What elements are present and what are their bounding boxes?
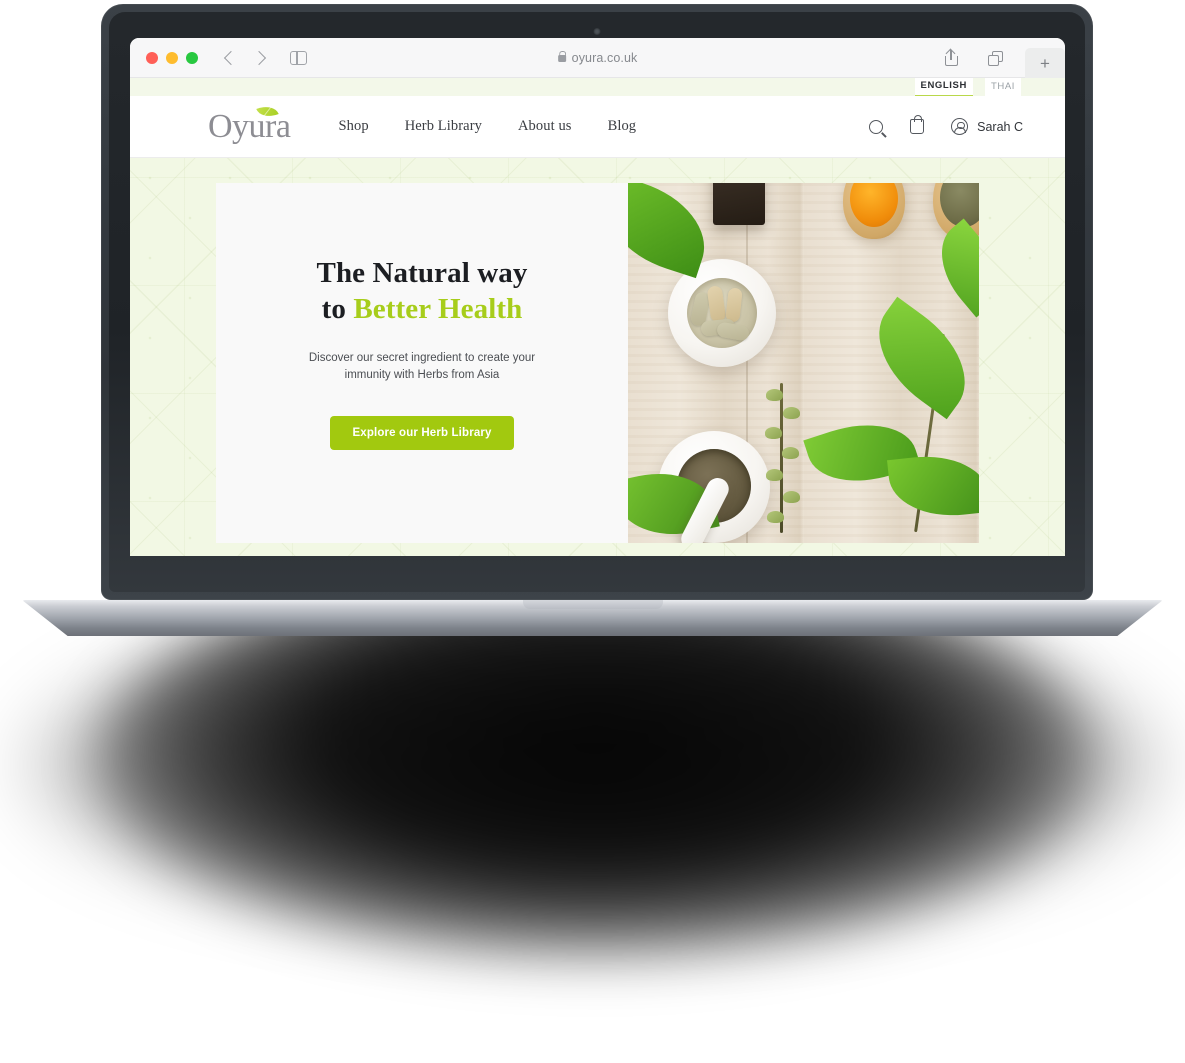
laptop-drop-shadow-wide — [20, 600, 1170, 930]
main-navigation: Shop Herb Library About us Blog — [338, 118, 636, 135]
hero-heading: The Natural way to Better Health — [317, 255, 528, 328]
header-actions: Sarah C — [869, 115, 1023, 135]
language-option-thai[interactable]: THAI — [984, 78, 1021, 96]
close-window-button[interactable] — [146, 51, 158, 64]
hero-heading-accent: Better Health — [353, 293, 523, 326]
herb-sprig — [765, 383, 800, 533]
hero-copy-panel: The Natural way to Better Health Discove… — [216, 183, 628, 543]
browser-toolbar: oyura.co.uk + — [130, 38, 1065, 78]
forward-button-icon[interactable] — [251, 50, 267, 65]
back-button-icon[interactable] — [223, 50, 239, 65]
capsule-bowl — [668, 259, 776, 367]
hero-image — [628, 183, 979, 543]
laptop-base-notch — [522, 600, 663, 609]
sidebar-toggle-icon[interactable] — [290, 50, 307, 65]
url-text: oyura.co.uk — [571, 50, 638, 65]
explore-herb-library-button[interactable]: Explore our Herb Library — [330, 416, 514, 451]
shopping-bag-icon[interactable] — [910, 115, 925, 134]
laptop-mockup-scene: oyura.co.uk + ENGLISH THAI Oyura Shop He… — [0, 0, 1185, 1063]
account-name: Sarah C — [977, 119, 1023, 134]
webpage-viewport: ENGLISH THAI Oyura Shop Herb Library Abo… — [130, 78, 1065, 556]
minimize-window-button[interactable] — [166, 51, 178, 64]
browser-navigation[interactable] — [223, 50, 267, 65]
supplement-jar — [713, 183, 765, 225]
nav-item-blog[interactable]: Blog — [608, 118, 637, 135]
language-option-english[interactable]: ENGLISH — [914, 78, 973, 97]
hero-subtitle: Discover our secret ingredient to create… — [308, 351, 536, 382]
address-bar[interactable]: oyura.co.uk — [557, 50, 638, 65]
toolbar-right-actions: + — [945, 38, 1065, 78]
new-tab-button[interactable]: + — [1025, 48, 1065, 78]
user-avatar-icon — [951, 118, 969, 135]
search-icon[interactable] — [869, 119, 884, 134]
maximize-window-button[interactable] — [186, 51, 198, 64]
site-header: Oyura Shop Herb Library About us Blog Sa… — [130, 96, 1065, 158]
account-menu[interactable]: Sarah C — [951, 118, 1023, 135]
site-logo[interactable]: Oyura — [208, 101, 291, 145]
logo-text: Oyura — [208, 107, 291, 145]
hero-section: The Natural way to Better Health Discove… — [216, 183, 979, 543]
nav-item-shop[interactable]: Shop — [338, 118, 368, 135]
webcam-icon — [593, 28, 601, 35]
lock-icon — [557, 51, 567, 62]
tab-overview-icon[interactable] — [988, 50, 1003, 66]
hero-heading-line2-prefix: to — [321, 293, 354, 326]
window-controls[interactable] — [130, 51, 198, 64]
hero-heading-line1: The Natural way — [316, 257, 528, 289]
browser-window: oyura.co.uk + ENGLISH THAI Oyura Shop He… — [130, 38, 1065, 556]
share-icon[interactable] — [945, 50, 958, 66]
language-bar: ENGLISH THAI — [130, 78, 1065, 97]
nav-item-about-us[interactable]: About us — [518, 118, 572, 135]
nav-item-herb-library[interactable]: Herb Library — [405, 118, 482, 135]
